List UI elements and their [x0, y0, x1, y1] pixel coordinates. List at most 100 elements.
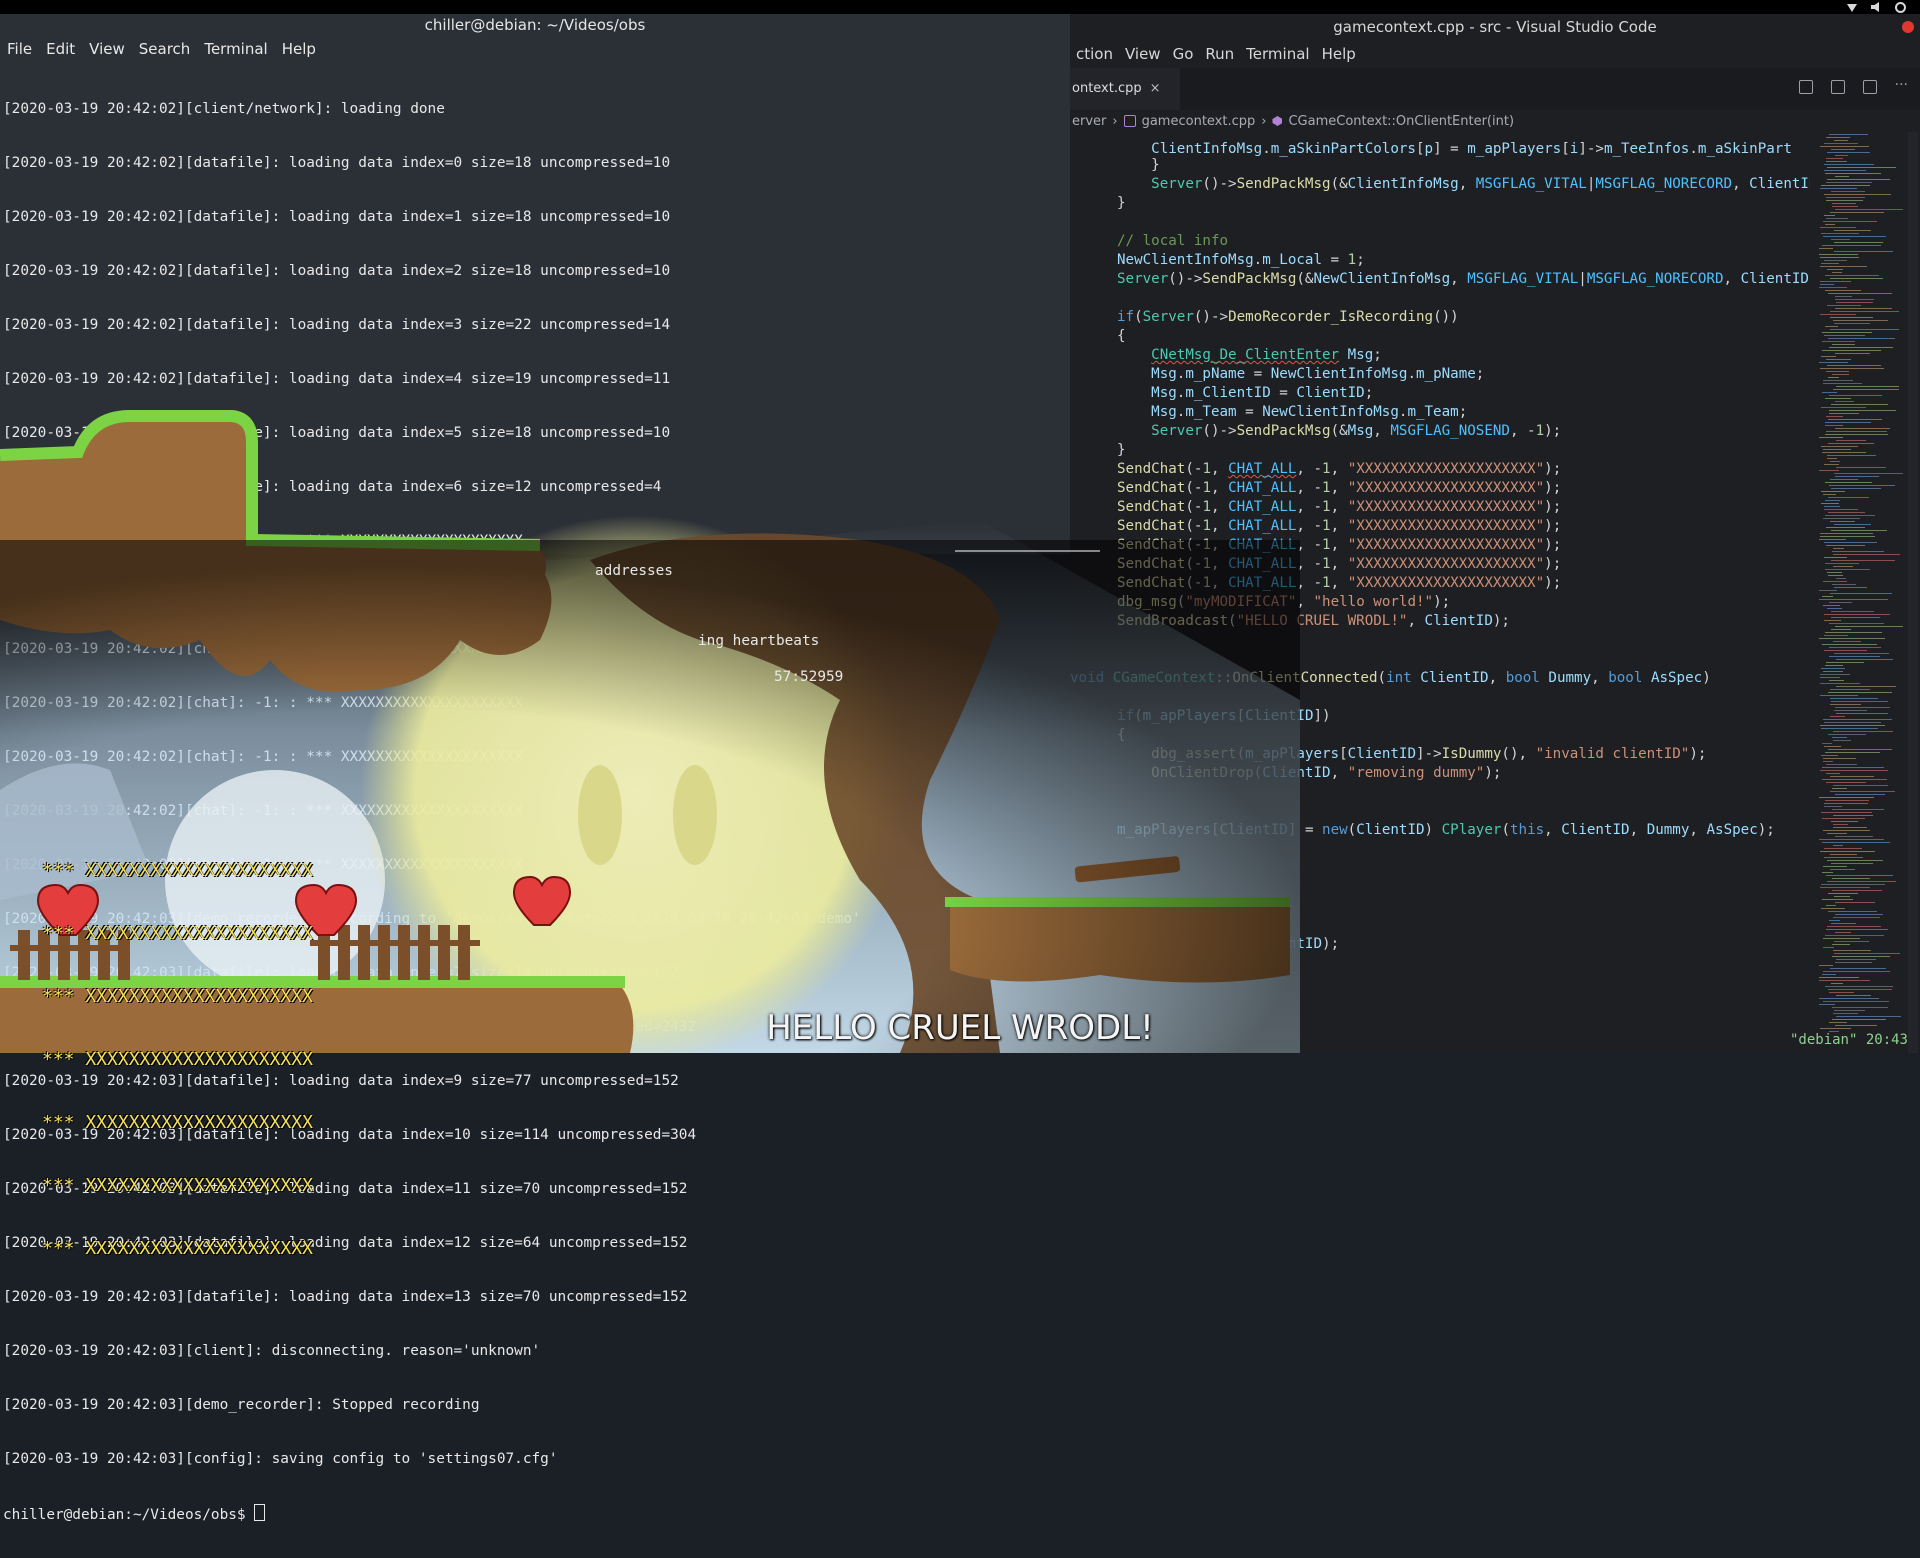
minimap-line — [1826, 197, 1865, 198]
minimap-line — [1821, 728, 1878, 729]
minimap-line — [1836, 467, 1886, 468]
minimap-line — [1829, 623, 1884, 624]
minimap-line — [1822, 899, 1853, 900]
system-top-bar — [0, 0, 1920, 14]
split-editor-icon[interactable] — [1862, 80, 1877, 94]
minimap-line — [1823, 380, 1853, 381]
menu-go[interactable]: Go — [1167, 40, 1200, 68]
minimap-line — [1834, 251, 1893, 252]
terminal-line: [2020-03-19 20:42:03][client]: disconnec… — [3, 1343, 541, 1359]
minimap-line — [1823, 947, 1834, 948]
minimap[interactable] — [1815, 132, 1903, 1053]
minimap-line — [1826, 875, 1893, 876]
minimap-line — [1830, 461, 1840, 462]
minimap-line — [1824, 557, 1847, 558]
minimap-line — [1830, 776, 1874, 777]
minimap-line — [1823, 236, 1886, 237]
minimap-line — [1827, 179, 1890, 180]
menu-help[interactable]: Help — [1316, 40, 1362, 68]
menu-search[interactable]: Search — [132, 36, 198, 62]
minimap-line — [1823, 866, 1847, 867]
menu-terminal[interactable]: Terminal — [1240, 40, 1315, 68]
minimap-line — [1823, 494, 1836, 495]
minimap-line — [1835, 902, 1875, 903]
close-icon[interactable] — [1902, 21, 1914, 33]
breadcrumb-symbol[interactable]: CGameContext::OnClientEnter(int) — [1288, 114, 1514, 129]
minimap-line — [1828, 497, 1869, 498]
breadcrumb-file[interactable]: gamecontext.cpp — [1142, 114, 1256, 129]
minimap-line — [1827, 305, 1861, 306]
minimap-line — [1830, 689, 1870, 690]
minimap-line — [1831, 530, 1887, 531]
minimap-line — [1835, 308, 1892, 309]
power-icon[interactable] — [1895, 1, 1906, 13]
minimap-line — [1826, 545, 1865, 546]
minimap-line — [1829, 602, 1852, 603]
minimap-line — [1826, 764, 1857, 765]
minimap-line — [1827, 833, 1847, 834]
minimap-line — [1822, 452, 1866, 453]
method-icon — [1272, 116, 1283, 126]
editor-scrollbar[interactable] — [1908, 132, 1918, 1053]
minimap-line — [1827, 926, 1881, 927]
minimap-line — [1821, 356, 1836, 357]
terminal-output[interactable]: [2020-03-19 20:42:02][client/network]: l… — [3, 64, 1063, 1558]
minimap-line — [1834, 323, 1870, 324]
minimap-line — [1820, 725, 1885, 726]
terminal-line: [2020-03-19 20:42:02][client/network]: l… — [3, 101, 445, 117]
minimap-line — [1836, 659, 1893, 660]
menu-terminal[interactable]: Terminal — [197, 36, 274, 62]
minimap-line — [1824, 722, 1881, 723]
terminal-prompt-line[interactable]: chiller@debian:~/Videos/obs$ — [3, 1504, 1063, 1523]
menu-file[interactable]: File — [0, 36, 39, 62]
minimap-line — [1834, 242, 1883, 243]
volume-icon[interactable] — [1871, 2, 1879, 12]
minimap-line — [1833, 827, 1867, 828]
minimap-line — [1830, 791, 1895, 792]
minimap-line — [1828, 989, 1892, 990]
minimap-line — [1826, 527, 1865, 528]
minimap-line — [1819, 977, 1859, 978]
minimap-line — [1819, 590, 1837, 591]
minimap-line — [1830, 521, 1855, 522]
code-line: dbg_assert(m_apPlayers[ClientID]->IsDumm… — [1151, 746, 1707, 762]
open-changes-icon[interactable] — [1798, 80, 1813, 94]
minimap-line — [1825, 632, 1882, 633]
terminal-line: [2020-03-19 20:42:02][datafile]: loading… — [3, 155, 671, 171]
minimap-line — [1823, 938, 1860, 939]
menu-selection[interactable]: ction — [1070, 40, 1119, 68]
compare-icon[interactable] — [1830, 80, 1845, 94]
minimap-line — [1819, 797, 1874, 798]
minimap-line — [1829, 410, 1896, 411]
minimap-line — [1824, 806, 1842, 807]
code-editor[interactable]: ClientInfoMsg.m_aSkinPartColors[p] = m_a… — [1070, 132, 1810, 1053]
terminal-line: [2020-03-19 20:42:03][datafile]: loading… — [3, 1181, 688, 1197]
minimap-line — [1823, 719, 1892, 720]
tab-gamecontext[interactable]: ontext.cpp × — [1070, 68, 1180, 110]
wifi-icon[interactable] — [1847, 4, 1857, 12]
menu-run[interactable]: Run — [1199, 40, 1240, 68]
menu-help[interactable]: Help — [275, 36, 323, 62]
minimap-line — [1822, 818, 1865, 819]
tab-label: ontext.cpp — [1072, 81, 1142, 96]
tab-close-icon[interactable]: × — [1150, 81, 1161, 96]
menu-view[interactable]: View — [82, 36, 132, 62]
menu-edit[interactable]: Edit — [39, 36, 82, 62]
minimap-line — [1836, 386, 1899, 387]
code-line: } — [1117, 157, 1160, 173]
minimap-line — [1833, 554, 1900, 555]
minimap-line — [1828, 419, 1882, 420]
minimap-line — [1826, 929, 1888, 930]
breadcrumb-folder[interactable]: erver — [1072, 114, 1106, 129]
menu-view[interactable]: View — [1119, 40, 1167, 68]
minimap-line — [1828, 734, 1866, 735]
minimap-line — [1820, 188, 1857, 189]
minimap-line — [1832, 584, 1856, 585]
minimap-line — [1821, 446, 1858, 447]
minimap-line — [1835, 626, 1903, 627]
minimap-line — [1820, 770, 1888, 771]
code-line: if(Server()->DemoRecorder_IsRecording()) — [1117, 309, 1459, 325]
terminal-line: [2020-03-19 20:42:03][datafile]: loading… — [3, 1127, 697, 1143]
more-actions-icon[interactable]: ··· — [1895, 78, 1908, 94]
minimap-line — [1825, 986, 1893, 987]
